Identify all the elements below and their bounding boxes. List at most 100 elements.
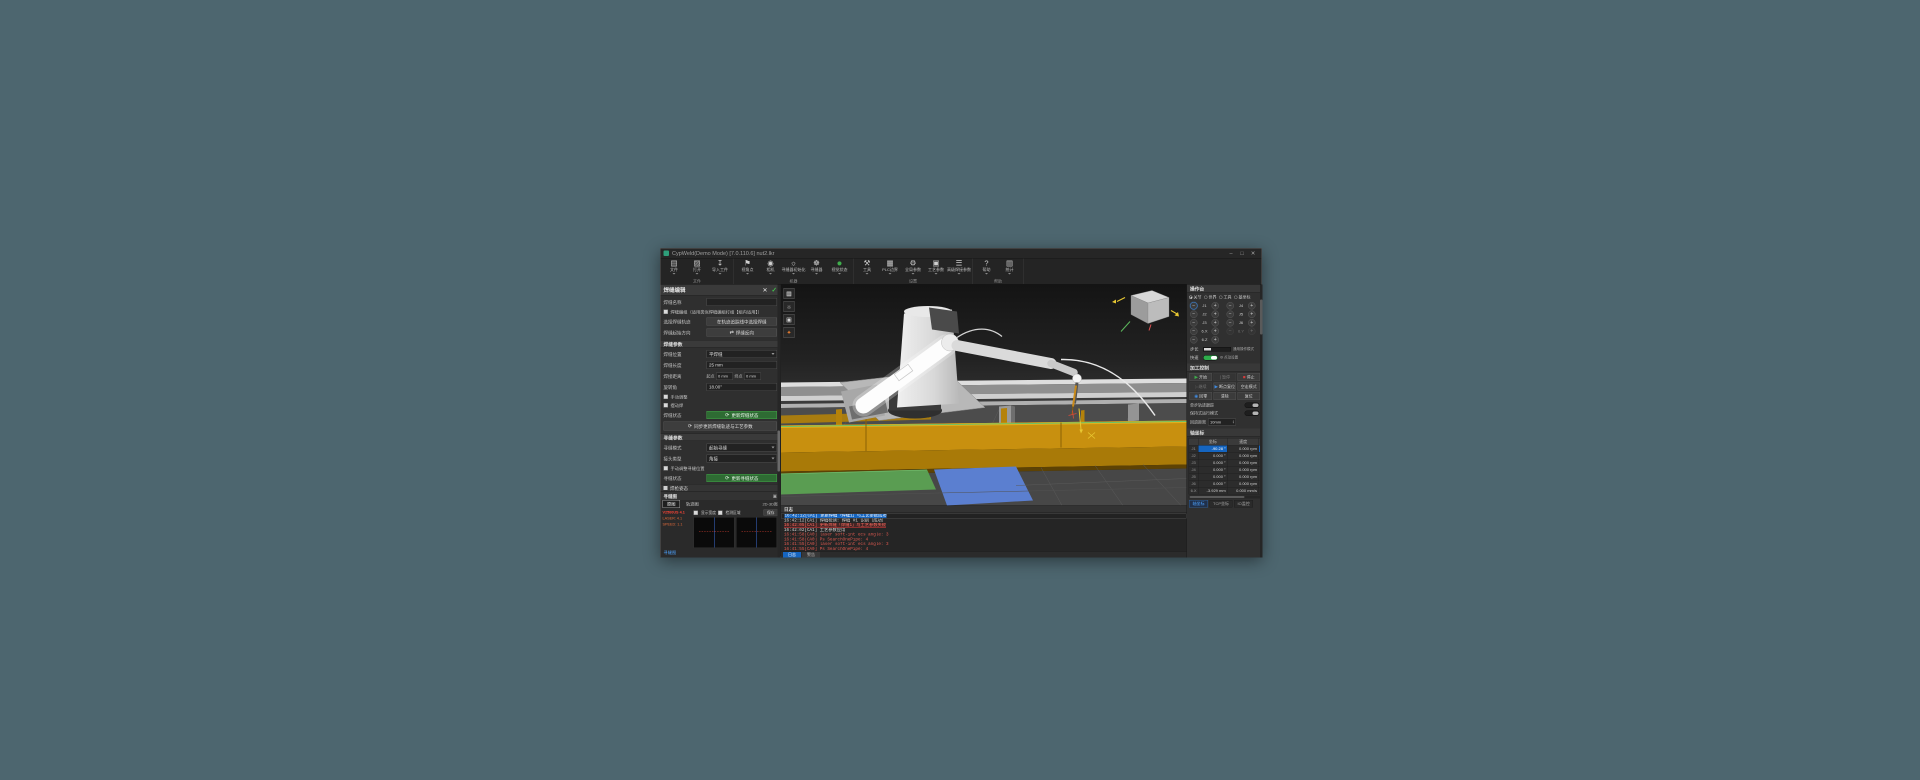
tab-2d3d[interactable]: 2D-3D图	[762, 501, 778, 507]
resume-button[interactable]: ▷ 继续	[1189, 382, 1212, 391]
axes-table-hscrollbar[interactable]	[1188, 495, 1261, 499]
reset-button[interactable]: 复位	[1237, 392, 1260, 400]
stop-button[interactable]: ■ 停止	[1237, 373, 1260, 381]
hold-run-mode-toggle[interactable]	[1244, 410, 1260, 416]
jog-minus-6z[interactable]: −	[1190, 336, 1198, 344]
seek-mode-select[interactable]: 起始寻缝	[706, 443, 777, 452]
step-slider[interactable]	[1203, 346, 1231, 352]
title-bar[interactable]: CypWeld(Demo Mode) [7.0.110.6] nut2.lkr …	[660, 248, 1262, 259]
left-panel-scrollbar[interactable]	[777, 284, 780, 558]
ribbon-item-help[interactable]: ? 帮助	[975, 259, 998, 279]
jog-settings-link[interactable]: ⚙ 点动设置	[1220, 355, 1238, 360]
tab-log[interactable]: 日志	[783, 551, 801, 558]
range-end-input[interactable]: 0 mm	[744, 372, 761, 380]
tab-track-image[interactable]: 轨迹图	[682, 501, 703, 508]
3d-viewport[interactable]: ▦ ☼ ▣ ✦	[781, 284, 1187, 506]
radio-joint[interactable]: 关节	[1189, 295, 1202, 301]
orbit-view-icon[interactable]: ☼	[783, 301, 795, 312]
axis-coord-cell[interactable]: 0.000 °	[1198, 473, 1228, 481]
seek-manual-checkbox[interactable]	[663, 466, 668, 471]
jog-plus-6x[interactable]: +	[1211, 327, 1219, 335]
jog-plus-j2[interactable]: +	[1211, 310, 1219, 318]
confirm-check-icon[interactable]: ✓	[772, 286, 777, 294]
sync-update-button[interactable]: ⟳ 同步更新焊缝轨迹与工艺参数	[663, 421, 777, 431]
jog-minus-6y[interactable]: −	[1226, 327, 1234, 335]
maximize-button[interactable]: □	[1237, 250, 1248, 256]
jog-minus-j3[interactable]: −	[1190, 319, 1198, 327]
clear-button[interactable]: 清除	[1213, 392, 1236, 400]
section-view-icon[interactable]: ▣	[783, 314, 795, 325]
update-seam-status-button[interactable]: ⟳ 更新焊缝状态	[706, 411, 777, 419]
ribbon-item-open[interactable]: ▨ 打开	[686, 259, 709, 279]
jog-plus-j3[interactable]: +	[1211, 319, 1219, 327]
radio-tool[interactable]: 工具	[1219, 295, 1232, 301]
radio-world[interactable]: 世界	[1204, 295, 1217, 301]
expand-icon[interactable]: ▣	[773, 493, 777, 499]
ribbon-item-file[interactable]: ▤ 文件	[663, 259, 686, 279]
jog-minus-6x[interactable]: −	[1190, 327, 1198, 335]
update-seek-status-button[interactable]: ⟳ 更新寻缝状态	[706, 474, 777, 482]
close-icon[interactable]: ✕	[763, 286, 768, 293]
tab-io-monitor[interactable]: IO监控	[1234, 500, 1254, 508]
pick-track-button[interactable]: 在轨迹追踪线中选择焊缝	[706, 317, 777, 326]
axis-coord-cell[interactable]: 0.000 °	[1198, 480, 1228, 488]
jog-minus-j4[interactable]: −	[1226, 302, 1234, 310]
3d-scene[interactable]	[781, 284, 1187, 506]
tab-axis-coords[interactable]: 轴坐标	[1189, 500, 1208, 508]
ribbon-item-statistics[interactable]: ▥ 统计	[998, 259, 1021, 279]
reverse-seam-button[interactable]: ⇄ 焊缝反向	[706, 328, 777, 337]
fast-toggle[interactable]	[1203, 354, 1218, 361]
tab-tcp-coords[interactable]: TCP坐标	[1209, 500, 1233, 508]
fit-view-icon[interactable]: ▦	[783, 288, 795, 299]
jog-plus-6y[interactable]: +	[1248, 327, 1256, 335]
pause-button[interactable]: ∥ 暂停	[1213, 373, 1236, 381]
ribbon-item-process-params[interactable]: ▣ 工艺参数	[925, 259, 948, 279]
scrollbar-thumb[interactable]	[777, 430, 780, 472]
tab-warnings[interactable]: 警告	[802, 551, 820, 558]
ribbon-item-advanced-weld-params[interactable]: ☰ 高级焊接参数	[947, 259, 971, 279]
tab-raw-image[interactable]: 原图	[662, 500, 681, 508]
manual-adjust-checkbox[interactable]	[663, 394, 668, 399]
log-list[interactable]: 16:42:12[CA1] 更新焊缝「焊缝1」与工艺参数成功 16:42:12[…	[781, 513, 1187, 551]
axis-coord-cell[interactable]: 0.000 °	[1198, 466, 1228, 474]
jog-plus-j1[interactable]: +	[1211, 302, 1219, 310]
single-step-toggle[interactable]	[1244, 402, 1260, 408]
seam-image-bottom-tab[interactable]: 寻缝图	[664, 550, 677, 556]
axis-coord-cell[interactable]: -3.929 mm	[1198, 487, 1228, 495]
axis-coord-cell[interactable]: 0.000 °	[1198, 459, 1228, 467]
ribbon-item-seam-finder-init[interactable]: ☼ 寻缝器初始化	[782, 259, 806, 279]
seam-position-select[interactable]: 平焊缝	[706, 350, 777, 358]
spin-down-icon[interactable]: ▾	[1233, 422, 1234, 425]
ribbon-item-global-params[interactable]: ⚙ 全局参数	[902, 259, 925, 279]
start-button[interactable]: ▶ 开始	[1189, 373, 1212, 381]
jog-plus-j5[interactable]: +	[1248, 310, 1256, 318]
ribbon-item-viewpoint[interactable]: ⚑ 视角点	[736, 259, 759, 279]
joint-type-select[interactable]: 角接	[706, 454, 777, 463]
ribbon-item-vision-status[interactable]: ● 视觉状态	[828, 259, 851, 279]
range-start-input[interactable]: 0 mm	[716, 372, 733, 380]
save-image-button[interactable]: 保存	[763, 509, 778, 516]
close-button[interactable]: ✕	[1248, 250, 1259, 257]
breakpoint-reset-button[interactable]: ▶ 断点复位	[1213, 382, 1236, 391]
ribbon-item-seam-finder[interactable]: ☸ 寻缝器	[805, 259, 828, 279]
slider-thumb[interactable]	[1204, 347, 1211, 351]
weld-name-input[interactable]	[706, 298, 777, 306]
robot-pose-icon[interactable]: ✦	[783, 327, 795, 338]
jog-minus-j1[interactable]: −	[1190, 302, 1198, 310]
jog-plus-j6[interactable]: +	[1248, 319, 1256, 327]
show-width-checkbox[interactable]	[693, 510, 698, 515]
scrollbar-thumb[interactable]	[1189, 496, 1245, 498]
detect-region-checkbox[interactable]	[718, 510, 723, 515]
jog-plus-j4[interactable]: +	[1248, 302, 1256, 310]
jog-minus-j6[interactable]: −	[1226, 319, 1234, 327]
home-button[interactable]: ◉ 回零	[1189, 392, 1212, 400]
ribbon-item-camera[interactable]: ◉ 相机	[759, 259, 782, 279]
ribbon-item-tools[interactable]: ⚒ 工具	[856, 259, 879, 279]
retract-distance-stepper[interactable]: 10mm ▴ ▾	[1208, 418, 1236, 426]
jog-plus-6z[interactable]: +	[1211, 336, 1219, 344]
minimize-button[interactable]: –	[1226, 250, 1237, 256]
radio-base[interactable]: 基坐标	[1234, 295, 1251, 301]
camera-preview-left[interactable]	[693, 517, 735, 548]
ribbon-item-import-part[interactable]: ↧ 导入工件	[709, 259, 732, 279]
axis-coord-cell[interactable]: -90.28 °	[1198, 445, 1228, 453]
